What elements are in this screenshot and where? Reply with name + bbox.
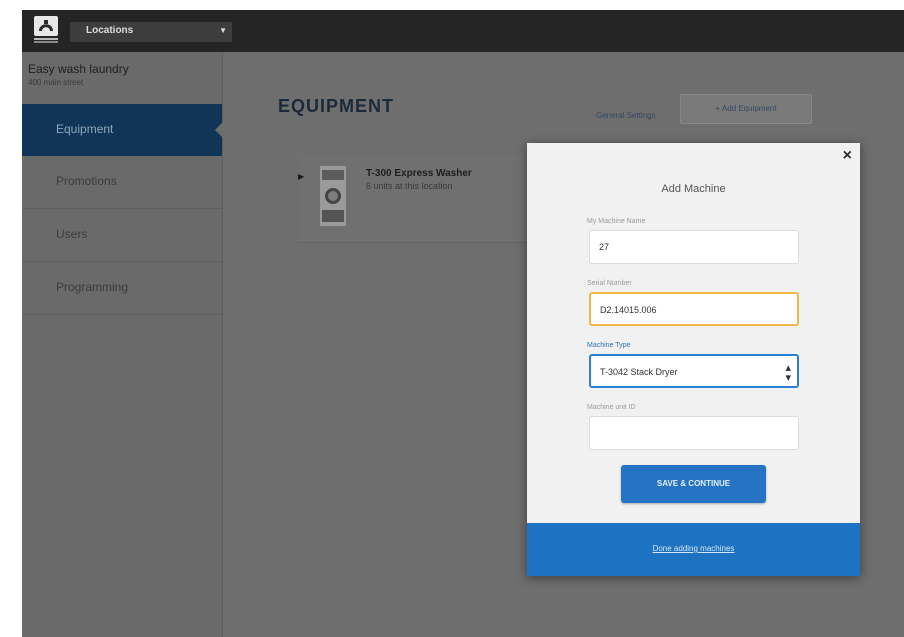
location-header: Easy wash laundry 400 main street — [22, 52, 222, 104]
machine-name-label: My Machine Name — [587, 218, 646, 225]
brand-logo-icon — [34, 16, 58, 44]
machine-type-value: T-3042 Stack Dryer — [600, 367, 678, 377]
sidebar-item-label: Programming — [56, 280, 129, 294]
sidebar-item-label: Equipment — [56, 122, 114, 136]
sidebar-item-promotions[interactable]: Promotions — [22, 156, 222, 209]
machine-type-select[interactable]: T-3042 Stack Dryer ▴ ▾ — [589, 354, 799, 388]
location-select[interactable]: Locations ▼ — [70, 22, 232, 42]
save-continue-button[interactable]: SAVE & CONTINUE — [621, 465, 766, 503]
washer-thumbnail-icon — [318, 166, 348, 230]
serial-number-value: D2.14015.006 — [600, 305, 657, 315]
active-indicator-icon — [215, 122, 223, 138]
sidebar-item-equipment[interactable]: Equipment — [22, 104, 223, 156]
machine-name-value: 27 — [599, 242, 610, 252]
equipment-name: T-300 Express Washer — [366, 168, 472, 179]
modal-title: Add Machine — [661, 183, 726, 195]
modal-footer: Done adding machines — [527, 523, 860, 576]
select-arrows-icon: ▴ ▾ — [785, 362, 791, 384]
sidebar: Easy wash laundry 400 main street Equipm… — [22, 52, 223, 637]
machine-id-field[interactable] — [589, 416, 799, 450]
location-select-value: Locations — [86, 25, 134, 36]
add-equipment-button[interactable]: + Add Equipment — [680, 94, 812, 124]
sidebar-item-label: Users — [56, 227, 88, 241]
machine-name-field[interactable]: 27 — [589, 230, 799, 264]
add-machine-modal: × Add Machine My Machine Name 27 Serial … — [527, 143, 860, 576]
sidebar-item-users[interactable]: Users — [22, 209, 222, 262]
done-adding-link[interactable]: Done adding machines — [527, 544, 860, 553]
location-address: 400 main street — [28, 78, 84, 87]
machine-type-label: Machine Type — [587, 342, 631, 349]
location-name: Easy wash laundry — [28, 62, 129, 76]
machine-id-label: Machine unit ID — [587, 404, 636, 411]
close-icon[interactable]: × — [843, 147, 852, 165]
sidebar-item-programming[interactable]: Programming — [22, 262, 222, 315]
equipment-card[interactable]: ▶ T-300 Express Washer 6 units at this l… — [298, 154, 530, 243]
serial-number-field[interactable]: D2.14015.006 — [589, 292, 799, 326]
sidebar-item-label: Promotions — [56, 174, 117, 188]
serial-number-label: Serial Number — [587, 280, 632, 287]
expand-arrow-icon[interactable]: ▶ — [298, 172, 304, 181]
page-title: EQUIPMENT — [278, 96, 395, 116]
top-bar: Locations ▼ — [22, 10, 904, 52]
add-equipment-label: + Add Equipment — [715, 104, 777, 113]
save-continue-label: SAVE & CONTINUE — [656, 479, 731, 488]
equipment-subtitle: 6 units at this location — [366, 181, 453, 191]
general-settings-link[interactable]: General Settings — [596, 111, 656, 120]
app-window: Locations ▼ Easy wash laundry 400 main s… — [22, 10, 904, 637]
caret-down-icon: ▼ — [219, 26, 227, 35]
